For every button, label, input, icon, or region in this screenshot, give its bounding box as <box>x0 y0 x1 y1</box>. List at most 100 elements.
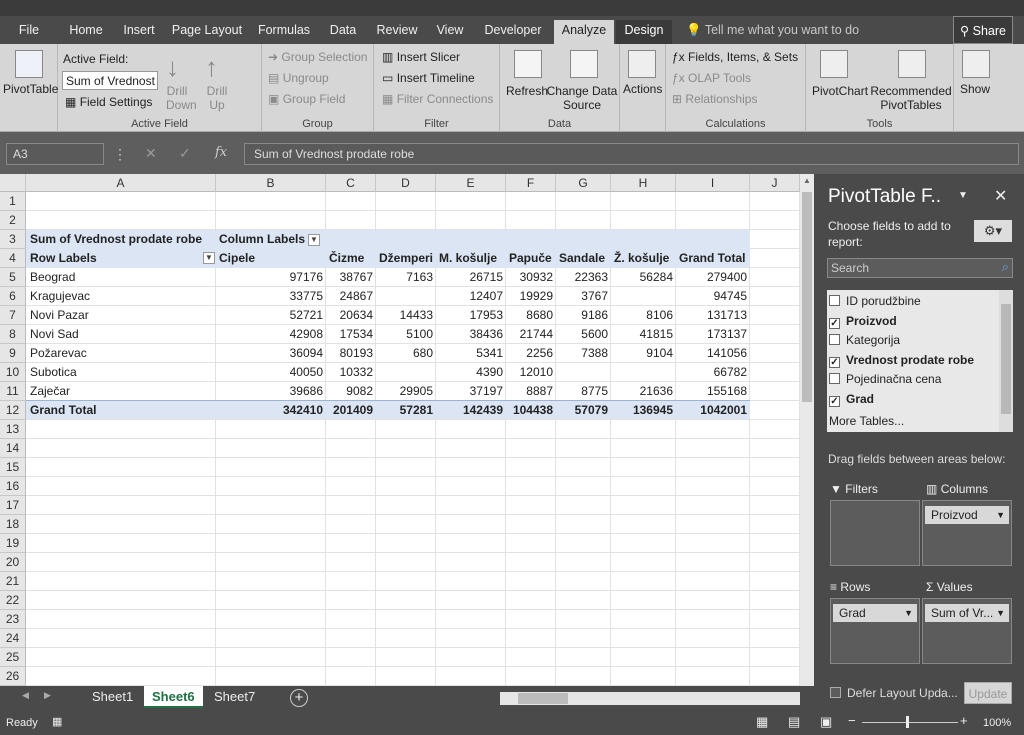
pivot-value-cell[interactable]: 8775 <box>556 382 611 401</box>
pivottable-button[interactable]: PivotTable <box>3 82 58 96</box>
row-header-14[interactable]: 14 <box>0 439 26 458</box>
pivot-value-cell[interactable]: 173137 <box>676 325 750 344</box>
field-settings-button[interactable]: ▦ Field Settings <box>65 95 152 109</box>
horizontal-scrollbar[interactable] <box>500 692 800 705</box>
pivot-value-cell[interactable]: 12407 <box>436 287 506 306</box>
pivot-title[interactable]: Sum of Vrednost prodate robe <box>27 230 217 249</box>
field-item[interactable]: Kategorija <box>829 331 900 349</box>
row-header-9[interactable]: 9 <box>0 344 26 363</box>
relationships-button[interactable]: ⊞ Relationships <box>672 92 757 106</box>
pivot-value-cell[interactable]: 37197 <box>436 382 506 401</box>
pivot-value-cell[interactable]: 40050 <box>216 363 326 382</box>
pivot-value-cell[interactable]: 4390 <box>436 363 506 382</box>
search-icon[interactable]: ⌕ <box>1002 259 1009 275</box>
row-header-21[interactable]: 21 <box>0 572 26 591</box>
grand-total-cell[interactable]: 57281 <box>376 401 436 420</box>
field-item[interactable]: ✓ Grad <box>829 390 874 408</box>
pivot-row-label[interactable]: Novi Sad <box>27 325 216 344</box>
row-header-10[interactable]: 10 <box>0 363 26 382</box>
tab-analyze[interactable]: Analyze <box>554 20 614 44</box>
zoom-slider[interactable] <box>862 722 958 723</box>
columns-drop-area[interactable]: Proizvod ▼ <box>922 500 1012 566</box>
pivot-column-header[interactable]: Sandale <box>556 249 611 268</box>
drill-down-button[interactable]: Drill Down <box>166 84 197 112</box>
refresh-button[interactable]: Refresh <box>506 84 548 98</box>
column-header-f[interactable]: F <box>506 174 556 192</box>
vertical-scroll-thumb[interactable] <box>802 192 812 402</box>
pivot-value-cell[interactable] <box>611 363 676 382</box>
pivot-row-label[interactable]: Zaječar <box>27 382 216 401</box>
pivot-column-header[interactable]: M. košulje <box>436 249 506 268</box>
prev-sheet-icon[interactable]: ◀ <box>22 690 29 701</box>
row-header-2[interactable]: 2 <box>0 211 26 230</box>
tab-home[interactable]: Home <box>62 20 110 44</box>
field-checkbox[interactable]: ✓ <box>829 317 840 329</box>
row-header-24[interactable]: 24 <box>0 629 26 648</box>
pivot-value-cell[interactable]: 5100 <box>376 325 436 344</box>
actions-button[interactable]: Actions <box>623 82 662 96</box>
column-header-e[interactable]: E <box>436 174 506 192</box>
row-header-19[interactable]: 19 <box>0 534 26 553</box>
row-header-17[interactable]: 17 <box>0 496 26 515</box>
field-item[interactable]: Pojedinačna cena <box>829 370 941 388</box>
filter-connections-button[interactable]: ▦ Filter Connections <box>382 92 493 106</box>
grand-total-cell[interactable]: 104438 <box>506 401 556 420</box>
columns-field-pill[interactable]: Proizvod ▼ <box>925 506 1009 524</box>
row-labels-filter-icon[interactable]: ▼ <box>203 252 215 264</box>
grand-total-label[interactable]: Grand Total <box>27 401 216 420</box>
recommended-pivottables-button[interactable]: Recommended PivotTables <box>866 84 956 112</box>
pivot-value-cell[interactable]: 10332 <box>326 363 376 382</box>
values-field-pill[interactable]: Sum of Vr... ▼ <box>925 604 1009 622</box>
pivotchart-button[interactable]: PivotChart <box>812 84 868 98</box>
pivot-value-cell[interactable]: 9082 <box>326 382 376 401</box>
field-checkbox[interactable] <box>829 295 840 306</box>
change-data-source-button[interactable]: Change Data Source <box>546 84 618 112</box>
sheet-tab-sheet1[interactable]: Sheet1 <box>84 686 141 708</box>
pivot-value-cell[interactable]: 66782 <box>676 363 750 382</box>
row-header-25[interactable]: 25 <box>0 648 26 667</box>
name-box[interactable]: A3 <box>6 143 104 165</box>
pivot-value-cell[interactable]: 9186 <box>556 306 611 325</box>
row-labels-header[interactable]: Row Labels ▼ <box>27 249 217 268</box>
pivot-column-header[interactable]: Grand Total <box>676 249 750 268</box>
grand-total-cell[interactable]: 1042001 <box>676 401 750 420</box>
tab-file[interactable]: File <box>8 20 50 44</box>
pivot-value-cell[interactable]: 3767 <box>556 287 611 306</box>
grand-total-cell[interactable]: 136945 <box>611 401 676 420</box>
values-drop-area[interactable]: Sum of Vr... ▼ <box>922 598 1012 664</box>
pivot-value-cell[interactable]: 141056 <box>676 344 750 363</box>
tab-insert[interactable]: Insert <box>116 20 162 44</box>
pivot-value-cell[interactable]: 94745 <box>676 287 750 306</box>
add-sheet-icon[interactable]: + <box>290 689 308 707</box>
pivot-value-cell[interactable]: 7163 <box>376 268 436 287</box>
zoom-out-icon[interactable]: − <box>848 713 856 728</box>
pivot-value-cell[interactable]: 2256 <box>506 344 556 363</box>
pivot-column-header[interactable]: Papuče <box>506 249 556 268</box>
tab-design[interactable]: Design <box>616 20 672 44</box>
chevron-down-icon[interactable]: ▼ <box>996 604 1005 622</box>
grand-total-cell[interactable]: 142439 <box>436 401 506 420</box>
insert-slicer-button[interactable]: ▥ Insert Slicer <box>382 50 460 64</box>
row-header-18[interactable]: 18 <box>0 515 26 534</box>
pivot-value-cell[interactable]: 19929 <box>506 287 556 306</box>
pivot-row-label[interactable]: Subotica <box>27 363 216 382</box>
pivot-value-cell[interactable]: 42908 <box>216 325 326 344</box>
filters-drop-area[interactable] <box>830 500 920 566</box>
row-header-4[interactable]: 4 <box>0 249 26 268</box>
pane-options-dropdown-icon[interactable]: ▼ <box>958 190 968 201</box>
pivot-value-cell[interactable]: 20634 <box>326 306 376 325</box>
defer-checkbox-box[interactable] <box>830 687 841 698</box>
rows-drop-area[interactable]: Grad ▼ <box>830 598 920 664</box>
insert-timeline-button[interactable]: ▭ Insert Timeline <box>382 71 475 85</box>
pivot-row-label[interactable]: Kragujevac <box>27 287 216 306</box>
group-field-button[interactable]: ▣ Group Field <box>268 92 345 106</box>
row-header-11[interactable]: 11 <box>0 382 26 401</box>
zoom-slider-thumb[interactable] <box>906 716 909 728</box>
field-list-scrollbar[interactable] <box>999 290 1013 432</box>
pivot-value-cell[interactable]: 26715 <box>436 268 506 287</box>
share-button[interactable]: ⚲ Share <box>953 16 1013 44</box>
field-checkbox[interactable] <box>829 373 840 384</box>
pivot-value-cell[interactable]: 29905 <box>376 382 436 401</box>
field-search-input[interactable]: Search ⌕ <box>827 258 1013 278</box>
active-field-input[interactable]: Sum of Vrednost p <box>62 71 158 90</box>
